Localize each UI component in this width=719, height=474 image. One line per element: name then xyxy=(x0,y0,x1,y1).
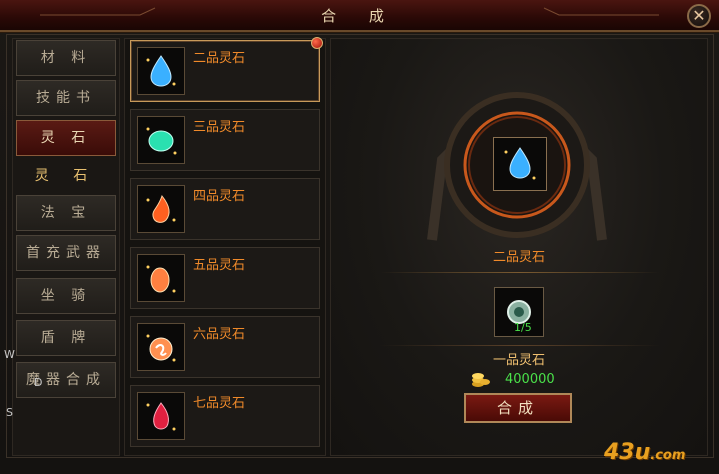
material-name: 一品灵石 xyxy=(492,353,545,368)
item-name: 四品灵石 xyxy=(193,189,246,204)
item-slot xyxy=(137,185,185,233)
category-skill-books[interactable]: 技能书 xyxy=(16,80,116,116)
spirit-stone-icon xyxy=(146,55,176,87)
target-item-name: 二品灵石 xyxy=(492,250,545,265)
item-slot xyxy=(137,323,185,371)
title-bar: 合 成 ✕ xyxy=(0,0,719,32)
side-key-label: S xyxy=(6,406,13,419)
side-key-label: D xyxy=(34,376,43,389)
item-name: 二品灵石 xyxy=(193,51,246,66)
item-slot xyxy=(137,47,185,95)
item-name: 五品灵石 xyxy=(193,258,246,273)
spirit-stone-icon xyxy=(146,194,176,223)
category-magic-crafting[interactable]: 魔器合成 xyxy=(16,362,116,398)
category-shields[interactable]: 盾 牌 xyxy=(16,320,116,356)
item-slot xyxy=(137,392,185,440)
category-mounts[interactable]: 坐 骑 xyxy=(16,278,116,314)
cost-value: 400000 xyxy=(505,372,555,387)
item-name: 六品灵石 xyxy=(193,327,246,342)
category-materials[interactable]: 材 料 xyxy=(16,40,116,76)
item-row[interactable]: 四品灵石 xyxy=(130,178,320,240)
item-row[interactable]: 七品灵石 xyxy=(130,385,320,447)
spirit-stone-icon xyxy=(146,402,176,431)
gold-coin-icon xyxy=(472,373,490,387)
material-count: 1/5 xyxy=(514,321,532,334)
item-name: 七品灵石 xyxy=(193,396,246,411)
close-button[interactable]: ✕ xyxy=(687,4,711,28)
divider xyxy=(380,272,660,273)
title-ornament-right xyxy=(543,7,659,16)
item-slot xyxy=(137,254,185,302)
new-badge-icon xyxy=(311,37,323,49)
divider xyxy=(380,345,660,346)
item-row[interactable]: 五品灵石 xyxy=(130,247,320,309)
craft-button[interactable]: 合成 xyxy=(464,393,572,423)
item-name: 三品灵石 xyxy=(193,120,246,135)
item-row[interactable]: 三品灵石 xyxy=(130,109,320,171)
category-spirit-stones[interactable]: 灵 石 xyxy=(16,120,116,156)
spirit-stone-icon xyxy=(146,334,176,362)
side-key-label: W xyxy=(4,348,15,361)
category-treasures[interactable]: 法 宝 xyxy=(16,195,116,231)
item-row[interactable]: 二品灵石 xyxy=(130,37,323,102)
spirit-stone-icon xyxy=(146,127,177,155)
subcategory-spirit-stones[interactable]: 灵 石 xyxy=(16,165,116,187)
spirit-stone-icon xyxy=(146,265,176,293)
item-slot xyxy=(137,116,185,164)
category-first-charge-weapons[interactable]: 首充武器 xyxy=(16,235,116,271)
site-watermark: 43u.com xyxy=(604,440,686,465)
spirit-stone-icon xyxy=(504,147,536,180)
target-item-slot[interactable] xyxy=(493,137,547,191)
item-row[interactable]: 六品灵石 xyxy=(130,316,320,378)
